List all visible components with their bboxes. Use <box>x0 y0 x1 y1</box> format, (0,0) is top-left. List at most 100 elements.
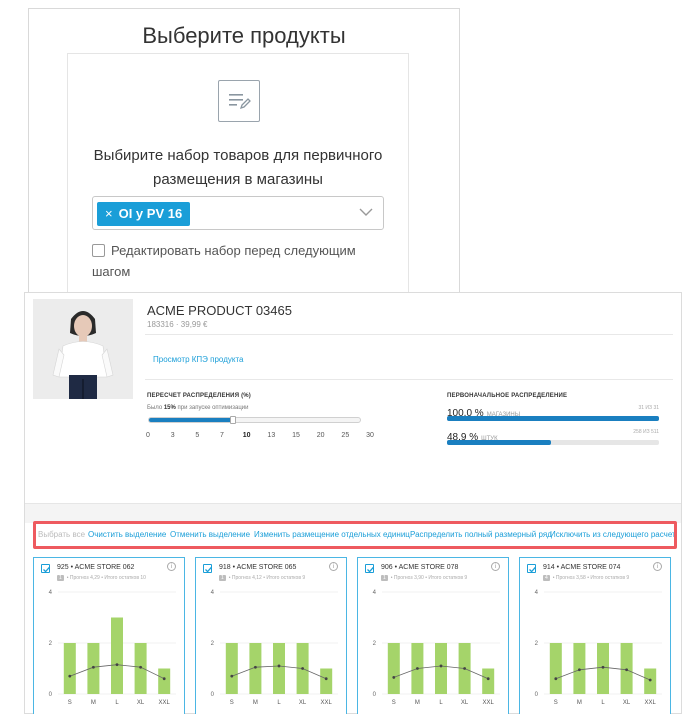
store-card[interactable]: 906 • ACME STORE 078i1• Прогноз 3,90 • И… <box>357 557 509 714</box>
selected-tag[interactable]: ×OI y PV 16 <box>97 202 190 226</box>
store-meta-text: • Прогноз 3,90 • Итого остатков 9 <box>391 575 467 581</box>
store-badge: 1 <box>219 575 226 581</box>
bar <box>435 643 447 694</box>
bar <box>158 669 170 695</box>
x-tick-label: M <box>253 700 258 706</box>
trend-point <box>463 667 466 670</box>
slider-tick-label: 20 <box>317 432 325 439</box>
slider-tick-label: 3 <box>171 432 175 439</box>
trend-point <box>116 663 119 666</box>
bar <box>64 643 76 694</box>
units-count: 258 ИЗ 511 <box>633 429 659 435</box>
store-checkbox[interactable] <box>365 564 374 573</box>
trend-point <box>602 666 605 669</box>
slider-tick-label: 5 <box>195 432 199 439</box>
x-tick-label: XL <box>299 700 307 706</box>
bar <box>320 669 332 695</box>
select-products-panel: Выберите продукты Выбирите набор товаров… <box>28 8 460 298</box>
distribute-full-size-run-action[interactable]: Распределить полный размерный ряд <box>410 530 552 539</box>
x-tick-label: L <box>439 700 443 706</box>
trend-point <box>578 668 581 671</box>
product-photo <box>33 299 133 399</box>
store-card[interactable]: 925 • ACME STORE 062i1• Прогноз 4,29 • И… <box>33 557 185 714</box>
store-card[interactable]: 914 • ACME STORE 074i4• Прогноз 3,58 • И… <box>519 557 671 714</box>
trend-point <box>440 665 443 668</box>
store-badge: 4 <box>543 575 550 581</box>
slider-tick-label: 10 <box>243 432 251 439</box>
y-tick-label: 0 <box>49 692 53 698</box>
exclude-from-next-calc-action[interactable]: Исключить из следующего расчета <box>550 530 677 539</box>
trend-point <box>230 675 233 678</box>
remove-tag-icon[interactable]: × <box>105 206 113 221</box>
store-meta-text: • Прогноз 4,29 • Итого остатков 10 <box>67 575 146 581</box>
view-kpi-link[interactable]: Просмотр КПЭ продукта <box>153 355 243 364</box>
bulk-actions-toolbar: Выбрать все Очистить выделение Отменить … <box>33 521 677 549</box>
trend-point <box>554 677 557 680</box>
recalc-note: Было 15% при запуске оптимизации <box>147 405 248 411</box>
product-name: ACME PRODUCT 03465 <box>147 303 292 318</box>
y-tick-label: 2 <box>49 641 53 647</box>
slider-tick-label: 25 <box>341 432 349 439</box>
bar <box>482 669 494 695</box>
bar <box>388 643 400 694</box>
y-tick-label: 4 <box>211 590 215 596</box>
trend-point <box>325 677 328 680</box>
clear-selection-action[interactable]: Очистить выделение <box>88 530 166 539</box>
trend-point <box>163 677 166 680</box>
checkmark-icon <box>204 565 213 574</box>
recalc-slider[interactable] <box>148 417 361 423</box>
slider-tick-label: 7 <box>220 432 224 439</box>
x-tick-label: XXL <box>159 700 171 706</box>
change-unit-placement-action[interactable]: Изменить размещение отдельных единиц <box>254 530 410 539</box>
trend-point <box>416 667 419 670</box>
x-tick-label: M <box>577 700 582 706</box>
x-tick-label: L <box>115 700 119 706</box>
edit-set-checkbox[interactable] <box>92 244 105 257</box>
checkmark-icon <box>528 565 537 574</box>
store-meta-text: • Прогноз 3,58 • Итого остатков 9 <box>553 575 629 581</box>
x-tick-label: XL <box>137 700 145 706</box>
store-meta: 1• Прогноз 3,90 • Итого остатков 9 <box>381 575 467 581</box>
x-tick-label: S <box>554 700 558 706</box>
recalc-title: ПЕРЕСЧЕТ РАСПРЕДЕЛЕНИЯ (%) <box>147 393 251 399</box>
slider-tick-label: 15 <box>292 432 300 439</box>
store-checkbox[interactable] <box>41 564 50 573</box>
units-bar <box>447 440 659 445</box>
slider-tick-label: 0 <box>146 432 150 439</box>
product-set-select[interactable]: ×OI y PV 16 <box>92 196 384 230</box>
product-set-card: Выбирите набор товаров для первичного ра… <box>67 53 409 313</box>
y-tick-label: 4 <box>373 590 377 596</box>
x-tick-label: L <box>601 700 605 706</box>
y-tick-label: 4 <box>49 590 53 596</box>
trend-point <box>278 665 281 668</box>
bar <box>273 643 285 694</box>
undo-selection-action[interactable]: Отменить выделение <box>170 530 250 539</box>
units-bar-fill <box>447 440 551 445</box>
info-icon[interactable]: i <box>653 562 662 571</box>
edit-before-next-step[interactable]: Редактировать набор перед следующим шаго… <box>92 240 382 282</box>
select-all-action[interactable]: Выбрать все <box>38 530 85 539</box>
store-checkbox[interactable] <box>203 564 212 573</box>
x-tick-label: XL <box>623 700 631 706</box>
y-tick-label: 2 <box>535 641 539 647</box>
stores-count: 31 ИЗ 31 <box>638 405 659 411</box>
stores-bar <box>447 416 659 421</box>
checkbox-label: Редактировать набор перед следующим шаго… <box>92 243 356 279</box>
product-allocation-screen: ACME PRODUCT 03465 183316 · 39,99 € Прос… <box>24 292 682 714</box>
store-card[interactable]: 918 • ACME STORE 065i1• Прогноз 4,12 • И… <box>195 557 347 714</box>
chevron-down-icon[interactable] <box>359 207 373 217</box>
y-tick-label: 0 <box>211 692 215 698</box>
trend-point <box>92 666 95 669</box>
info-icon[interactable]: i <box>329 562 338 571</box>
trend-point <box>301 667 304 670</box>
info-icon[interactable]: i <box>167 562 176 571</box>
bar <box>550 643 562 694</box>
store-meta: 1• Прогноз 4,29 • Итого остатков 10 <box>57 575 146 581</box>
info-icon[interactable]: i <box>491 562 500 571</box>
y-tick-label: 0 <box>373 692 377 698</box>
trend-point <box>254 666 257 669</box>
y-tick-label: 4 <box>535 590 539 596</box>
store-checkbox[interactable] <box>527 564 536 573</box>
stores-bar-fill <box>447 416 659 421</box>
slider-handle[interactable] <box>230 416 236 424</box>
